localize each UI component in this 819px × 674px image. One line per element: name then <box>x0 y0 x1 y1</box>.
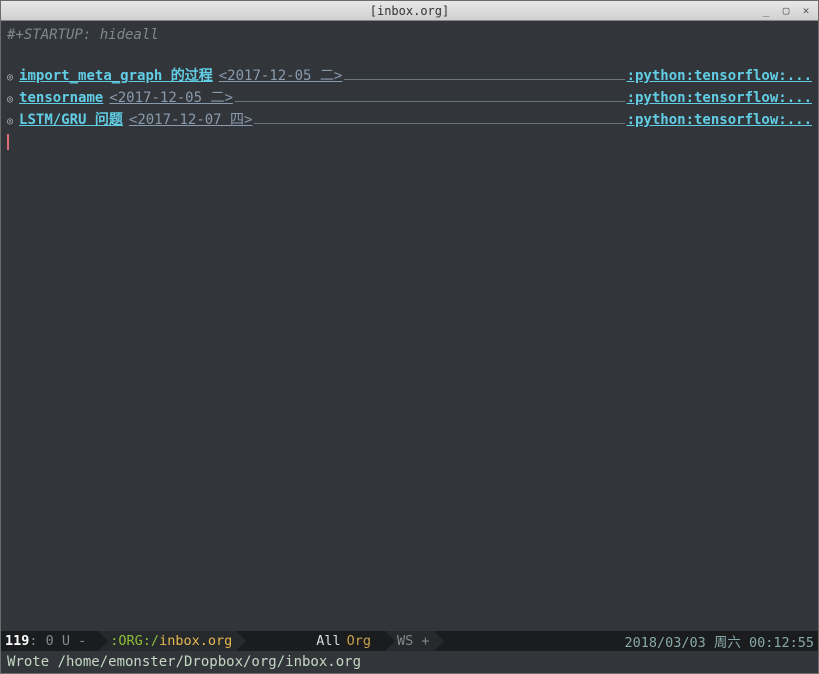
window-controls: _ ▢ ✕ <box>758 4 814 18</box>
minimize-button[interactable]: _ <box>758 4 774 18</box>
modeline-major-mode: Org <box>347 633 371 649</box>
heading-spacer <box>235 101 625 102</box>
startup-directive: #+STARTUP: hideall <box>7 25 812 46</box>
heading-title: tensorname <box>19 88 103 109</box>
modeline-ws-segment: WS + <box>385 631 434 651</box>
heading-tags: :python:tensorflow:... <box>627 66 812 87</box>
echo-message: Wrote /home/emonster/Dropbox/org/inbox.o… <box>7 654 361 670</box>
org-headings: ◎ import_meta_graph 的过程 <2017-12-05 二> :… <box>7 66 812 153</box>
bullet-icon: ◎ <box>7 68 13 88</box>
heading-title: LSTM/GRU 问题 <box>19 110 123 131</box>
editor-area[interactable]: #+STARTUP: hideall ◎ import_meta_graph 的… <box>1 21 818 631</box>
modeline-col-status: : 0 U - <box>29 633 86 649</box>
modeline-mode-prefix: :ORG:/ <box>110 633 159 649</box>
heading-tags: :python:tensorflow:... <box>627 88 812 109</box>
modeline-datetime: 2018/03/03 周六 00:12:55 <box>624 631 814 651</box>
bullet-icon: ◎ <box>7 112 13 132</box>
bullet-icon: ◎ <box>7 90 13 110</box>
heading-spacer <box>254 123 624 124</box>
close-button[interactable]: ✕ <box>798 4 814 18</box>
heading-row[interactable]: ◎ LSTM/GRU 问题 <2017-12-07 四> :python:ten… <box>7 110 812 132</box>
echo-area: Wrote /home/emonster/Dropbox/org/inbox.o… <box>1 651 818 673</box>
modeline-buffer-name: inbox.org <box>159 633 232 649</box>
text-cursor <box>7 134 9 150</box>
heading-date: <2017-12-05 二> <box>219 66 343 87</box>
heading-title: import_meta_graph 的过程 <box>19 66 213 87</box>
heading-row[interactable]: ◎ import_meta_graph 的过程 <2017-12-05 二> :… <box>7 66 812 88</box>
modeline-line-number: 119 <box>5 633 29 649</box>
heading-date: <2017-12-07 四> <box>129 110 253 131</box>
modeline-position: All <box>316 633 340 649</box>
modeline[interactable]: 119 : 0 U - :ORG:/ inbox.org All Org WS … <box>1 631 818 651</box>
window-frame: [inbox.org] _ ▢ ✕ #+STARTUP: hideall ◎ i… <box>0 0 819 674</box>
modeline-buffer-segment: :ORG:/ inbox.org <box>98 631 236 651</box>
titlebar[interactable]: [inbox.org] _ ▢ ✕ <box>1 1 818 21</box>
window-title: [inbox.org] <box>370 4 449 18</box>
heading-tags: :python:tensorflow:... <box>627 110 812 131</box>
heading-row[interactable]: ◎ tensorname <2017-12-05 二> :python:tens… <box>7 88 812 110</box>
modeline-ws: WS + <box>397 633 430 649</box>
heading-date: <2017-12-05 二> <box>109 88 233 109</box>
heading-spacer <box>344 79 624 80</box>
maximize-button[interactable]: ▢ <box>778 4 794 18</box>
